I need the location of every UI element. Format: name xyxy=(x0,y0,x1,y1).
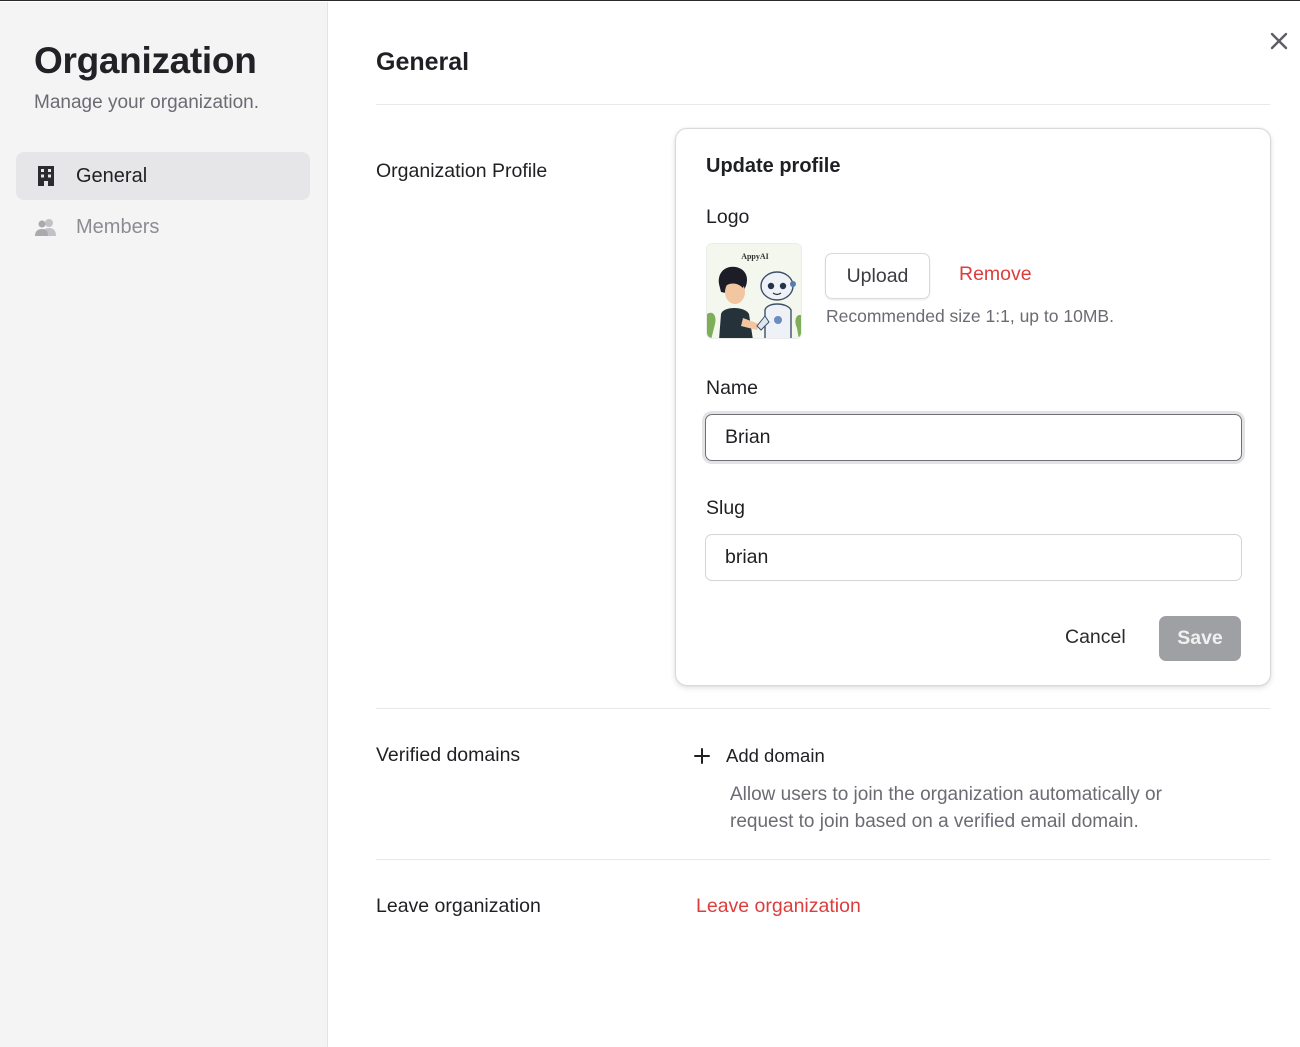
domain-hint: Allow users to join the organization aut… xyxy=(730,784,1162,832)
building-icon xyxy=(34,164,58,188)
sidebar-item-general[interactable]: General xyxy=(16,152,310,200)
sidebar: Organization Manage your organization. G… xyxy=(0,2,328,1047)
close-icon xyxy=(1270,32,1288,50)
name-label: Name xyxy=(706,377,759,399)
leave-organization-button[interactable]: Leave organization xyxy=(696,895,861,918)
add-domain-label: Add domain xyxy=(726,745,825,766)
logo-hint: Recommended size 1:1, up to 10MB. xyxy=(826,306,1114,326)
organization-logo: AppyAI xyxy=(706,243,802,339)
slug-label: Slug xyxy=(706,497,746,519)
remove-button[interactable]: Remove xyxy=(959,263,1032,286)
organization-profile-label: Organization Profile xyxy=(376,160,548,182)
plus-icon xyxy=(692,746,712,766)
upload-button[interactable]: Upload xyxy=(825,253,930,299)
sidebar-subtitle: Manage your organization. xyxy=(34,92,259,113)
divider xyxy=(376,104,1270,105)
card-title: Update profile xyxy=(706,155,841,177)
sidebar-item-members[interactable]: Members xyxy=(16,203,310,251)
users-icon xyxy=(34,215,58,239)
cancel-button[interactable]: Cancel xyxy=(1065,626,1126,649)
save-button[interactable]: Save xyxy=(1159,616,1241,661)
main-panel: General Organization Profile Update prof… xyxy=(328,2,1300,1047)
divider xyxy=(376,859,1270,860)
close-button[interactable] xyxy=(1264,26,1294,56)
update-profile-card: Update profile Logo AppyAI Upload Remove… xyxy=(675,128,1271,686)
sidebar-item-label: Members xyxy=(76,215,160,238)
page-title: General xyxy=(376,48,470,76)
slug-value: brian xyxy=(725,546,769,568)
leave-organization-label: Leave organization xyxy=(376,895,541,917)
name-field[interactable]: Brian xyxy=(705,414,1242,461)
sidebar-item-label: General xyxy=(76,164,148,187)
verified-domains-label: Verified domains xyxy=(376,744,521,766)
name-value: Brian xyxy=(725,426,771,448)
divider xyxy=(376,708,1270,709)
organization-window: Organization Manage your organization. G… xyxy=(0,0,1300,1047)
add-domain-button[interactable]: Add domain xyxy=(692,745,825,767)
sidebar-title: Organization xyxy=(34,40,257,81)
logo-label: Logo xyxy=(706,206,750,228)
logo-text: AppyAI xyxy=(741,252,769,261)
slug-field[interactable]: brian xyxy=(705,534,1242,581)
